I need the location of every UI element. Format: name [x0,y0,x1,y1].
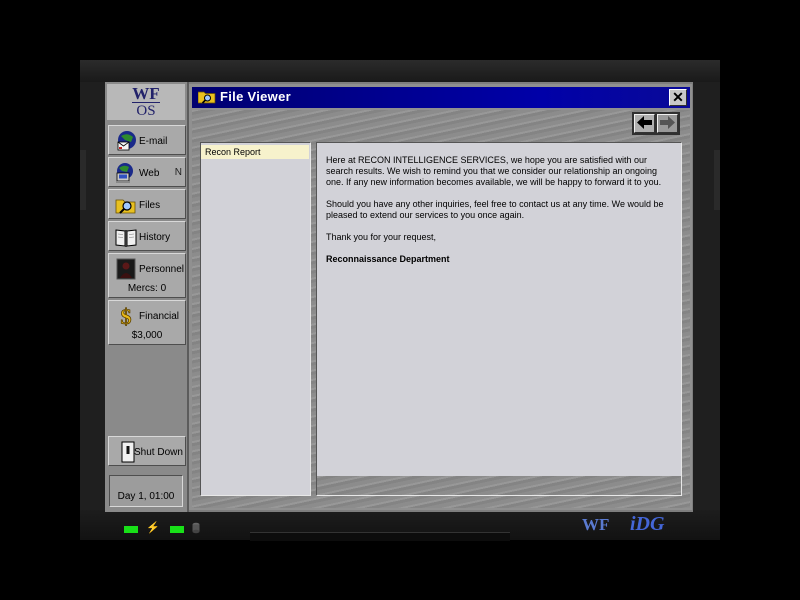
brand-wf-logo: WF [582,515,610,534]
close-icon: ✕ [672,89,684,105]
power-led [124,526,138,533]
document-text: Here at RECON INTELLIGENCE SERVICES, we … [326,155,676,276]
financial-button[interactable]: $ Financial $3,000 [108,300,186,345]
side-bump-left [80,150,86,210]
close-button[interactable]: ✕ [669,89,687,106]
arrow-left-icon [637,116,652,129]
personnel-button[interactable]: Personnel Mercs: 0 [108,253,186,298]
file-item-recon-report[interactable]: Recon Report [201,145,309,159]
files-button[interactable]: Files [108,189,186,219]
signature: Reconnaissance Department [326,254,450,264]
personnel-label: Personnel [139,264,185,275]
financial-label: Financial [139,311,180,322]
os-logo-top: WF [132,84,160,103]
email-label: E-mail [139,136,168,147]
email-button[interactable]: E-mail [108,125,186,155]
folder-magnifier-icon [198,91,216,104]
document-pane-footer [317,476,681,495]
paragraph: Should you have any other inquiries, fee… [326,199,664,220]
hinge [250,532,510,541]
os-logo: WF OS [107,84,185,120]
window-title: File Viewer [220,89,291,104]
web-submenu-indicator: N [174,167,182,178]
web-computer-icon [116,163,133,183]
svg-text:$: $ [121,305,132,327]
game-clock: Day 1, 01:00 [109,475,183,507]
book-icon [115,229,137,247]
personnel-photo-icon [116,258,136,280]
history-label: History [139,232,171,243]
web-button[interactable]: Web N [108,157,186,187]
os-logo-bottom: OS [136,103,156,119]
files-label: Files [139,200,161,211]
bezel-top [80,60,720,82]
dollar-sign-icon: $ [120,305,132,327]
paragraph: Here at RECON INTELLIGENCE SERVICES, we … [326,155,662,187]
history-button[interactable]: History [108,221,186,251]
shutdown-button[interactable]: Shut Down [108,436,186,466]
back-button[interactable] [634,114,655,133]
balance-amount: $3,000 [131,330,163,341]
shutdown-label: Shut Down [134,447,183,458]
file-list [200,142,311,496]
brand-idg-logo: iDG [630,513,665,535]
disk-icon [192,522,200,534]
arrow-right-icon [660,116,675,129]
power-bolt-icon: ⚡ [146,522,160,534]
web-label: Web [139,168,160,179]
email-globe-icon [117,131,136,151]
folder-magnifier-icon [115,199,136,214]
forward-button[interactable] [657,114,678,133]
paragraph: Thank you for your request, [326,232,437,242]
mercs-count: Mercs: 0 [127,283,167,294]
activity-led [170,526,184,533]
side-bump-right [714,150,720,210]
